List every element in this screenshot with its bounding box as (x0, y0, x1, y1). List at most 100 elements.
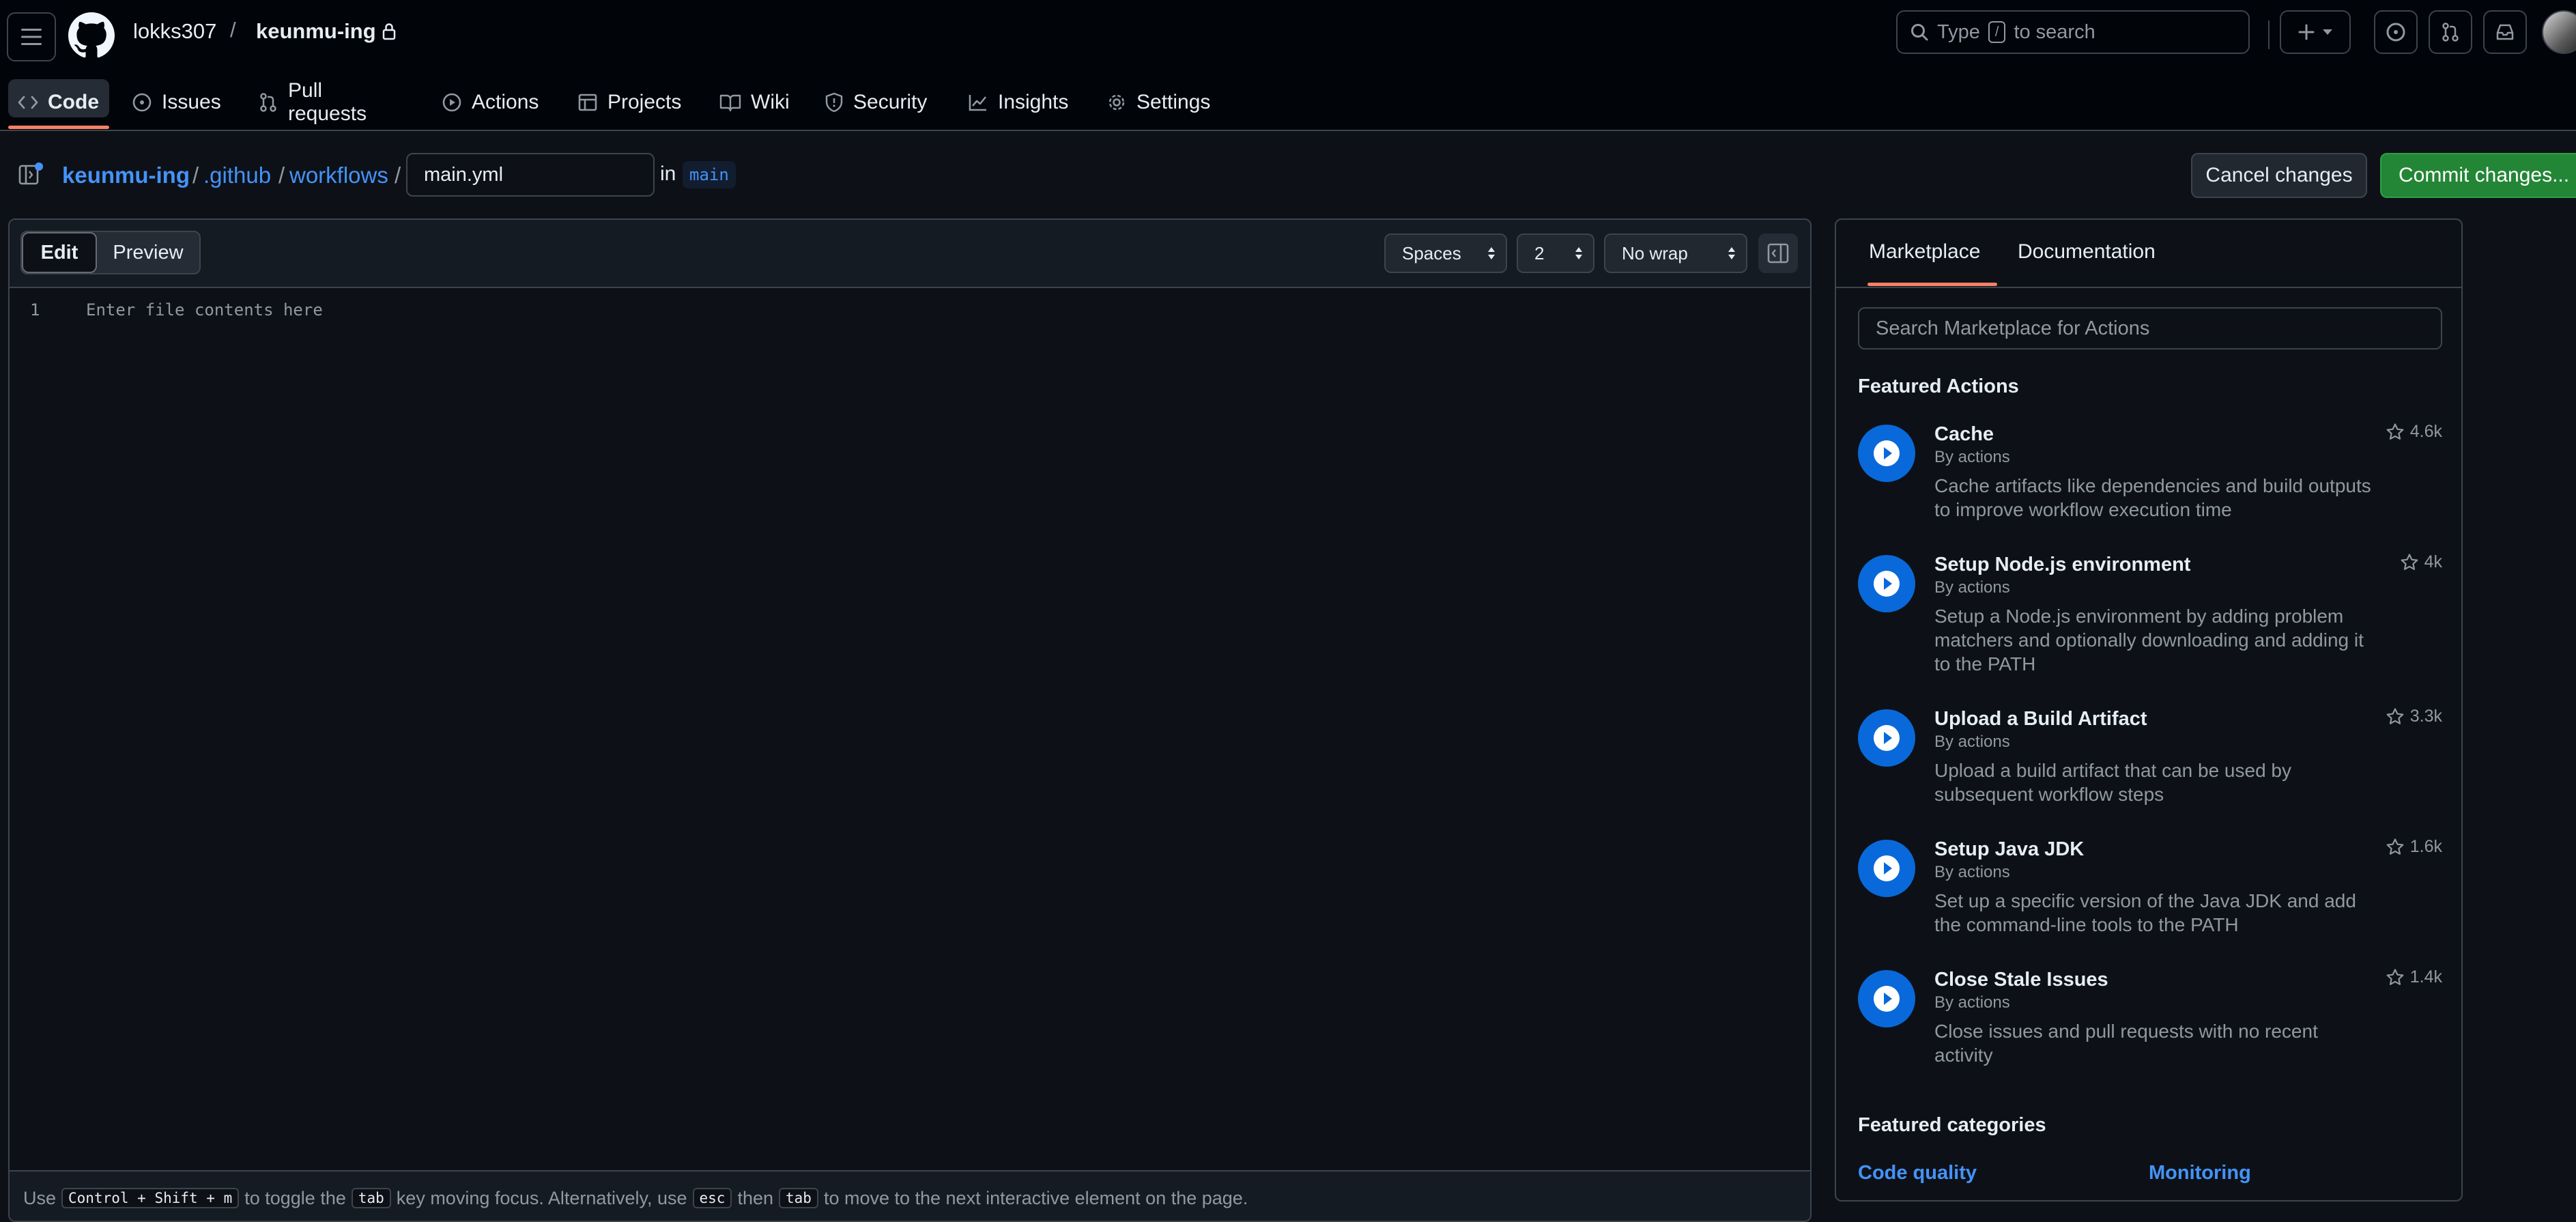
breadcrumb-root[interactable]: keunmu-ing (62, 162, 190, 188)
star-icon (2386, 707, 2405, 726)
tab-label: Insights (998, 91, 1069, 113)
star-count: 1.4k (2409, 967, 2442, 986)
tab-actions[interactable]: Actions (442, 85, 539, 120)
action-description: Close issues and pull requests with no r… (1934, 1021, 2318, 1066)
hamburger-icon (21, 28, 42, 46)
create-new-button[interactable] (2280, 10, 2351, 54)
marketplace-search-input[interactable]: Search Marketplace for Actions (1858, 307, 2442, 350)
tab-pull-requests[interactable]: Pull requests (258, 79, 367, 125)
action-description: Upload a build artifact that can be used… (1934, 760, 2292, 805)
editor-toolbar: Edit Preview Spaces 2 No wrap (10, 220, 1810, 288)
action-name[interactable]: Setup Java JDK (1934, 838, 2084, 861)
file-name-input[interactable]: main.yml (406, 153, 655, 197)
search-placeholder-suffix: to search (2014, 20, 2095, 43)
inbox-button[interactable] (2483, 10, 2527, 54)
tab-label: Issues (162, 91, 221, 113)
tab-label: Wiki (751, 91, 790, 113)
repo-link[interactable]: keunmu-ing (256, 19, 397, 44)
wrap-mode-select[interactable]: No wrap (1604, 233, 1747, 273)
indent-mode-select[interactable]: Spaces (1384, 233, 1507, 273)
issue-opened-icon (2386, 22, 2406, 42)
star-icon (2386, 968, 2405, 987)
tab-security[interactable]: Security (825, 85, 927, 120)
pull-request-icon (258, 92, 278, 113)
table-icon (577, 92, 598, 113)
book-icon (719, 93, 741, 112)
tab-wiki[interactable]: Wiki (719, 85, 790, 120)
action-name[interactable]: Upload a Build Artifact (1934, 708, 2147, 730)
tab-insights[interactable]: Insights (968, 85, 1068, 120)
shield-icon (825, 92, 844, 113)
tab-issues[interactable]: Issues (132, 85, 221, 120)
star-count: 1.6k (2409, 837, 2442, 856)
action-name[interactable]: Close Stale Issues (1934, 969, 2108, 991)
tab-settings[interactable]: Settings (1106, 85, 1210, 120)
tab-projects[interactable]: Projects (577, 85, 681, 120)
tab-label: Security (853, 91, 928, 113)
hint-key: esc (692, 1188, 732, 1208)
hint-text: Use (23, 1187, 57, 1208)
sidebar-expand-icon (18, 161, 45, 188)
tab-label: Code (48, 91, 99, 113)
global-search-input[interactable]: Type / to search (1896, 10, 2250, 54)
indent-mode-value: Spaces (1402, 242, 1461, 264)
edit-tab[interactable]: Edit (22, 232, 97, 273)
breadcrumb-github-dir[interactable]: .github (203, 162, 271, 188)
marketplace-panel: Marketplace Documentation Search Marketp… (1835, 218, 2463, 1202)
wrap-mode-value: No wrap (1622, 242, 1688, 264)
hint-key: tab (351, 1188, 391, 1208)
action-author: By actions (1934, 578, 2010, 597)
hint-text: to toggle the (244, 1187, 346, 1208)
star-count: 4k (2424, 552, 2442, 571)
active-tab-underline (8, 126, 109, 129)
category-link-monitoring[interactable]: Monitoring (2149, 1162, 2251, 1184)
action-author: By actions (1934, 993, 2010, 1012)
owner-link[interactable]: lokks307 (133, 19, 216, 44)
action-stars: 4k (2400, 552, 2442, 572)
action-author: By actions (1934, 733, 2010, 751)
tab-marketplace[interactable]: Marketplace (1869, 240, 1980, 264)
play-icon (1858, 425, 1915, 482)
action-name[interactable]: Cache (1934, 423, 1994, 446)
breadcrumb-workflows-dir[interactable]: workflows (289, 162, 388, 188)
tab-documentation[interactable]: Documentation (2018, 240, 2156, 264)
star-count: 3.3k (2409, 707, 2442, 726)
github-logo-icon[interactable] (68, 12, 115, 59)
issue-icon (132, 92, 152, 113)
toggle-side-panel-button[interactable] (1758, 233, 1798, 273)
hint-text: key moving focus. Alternatively, use (396, 1187, 687, 1208)
category-link-code-quality[interactable]: Code quality (1858, 1162, 1977, 1184)
indent-size-select[interactable]: 2 (1517, 233, 1594, 273)
code-editor: Edit Preview Spaces 2 No wrap 1 Enter fi… (8, 218, 1812, 1222)
file-tree-toggle-button[interactable] (18, 161, 45, 188)
select-arrows-icon (1727, 246, 1736, 261)
action-stars: 4.6k (2386, 422, 2442, 442)
action-name[interactable]: Setup Node.js environment (1934, 554, 2190, 576)
featured-categories-heading: Featured categories (1858, 1114, 2046, 1136)
header-divider (2268, 20, 2270, 49)
editor-content-area[interactable]: Enter file contents here (86, 300, 323, 319)
owner-repo-separator: / (230, 18, 236, 42)
star-count: 4.6k (2409, 422, 2442, 441)
play-icon (442, 92, 462, 113)
preview-tab[interactable]: Preview (97, 232, 199, 273)
indent-size-value: 2 (1534, 242, 1545, 264)
hint-key: Control + Shift + m (61, 1188, 240, 1208)
action-author: By actions (1934, 448, 2010, 466)
pull-requests-button[interactable] (2429, 10, 2472, 54)
menu-button[interactable] (7, 12, 56, 61)
hint-key: tab (779, 1188, 818, 1208)
tab-label: Projects (607, 91, 682, 113)
star-icon (2400, 553, 2419, 572)
breadcrumb-separator: / (192, 162, 199, 188)
tab-label: Actions (472, 91, 539, 113)
play-icon (1858, 709, 1915, 767)
commit-changes-button[interactable]: Commit changes... (2380, 153, 2576, 198)
cancel-changes-button[interactable]: Cancel changes (2191, 153, 2367, 198)
issues-button[interactable] (2374, 10, 2418, 54)
play-icon (1858, 840, 1915, 897)
tab-code[interactable]: Code (18, 85, 99, 120)
breadcrumb-separator: / (278, 162, 285, 188)
tab-label: Pull requests (288, 79, 367, 125)
action-stars: 3.3k (2386, 707, 2442, 726)
